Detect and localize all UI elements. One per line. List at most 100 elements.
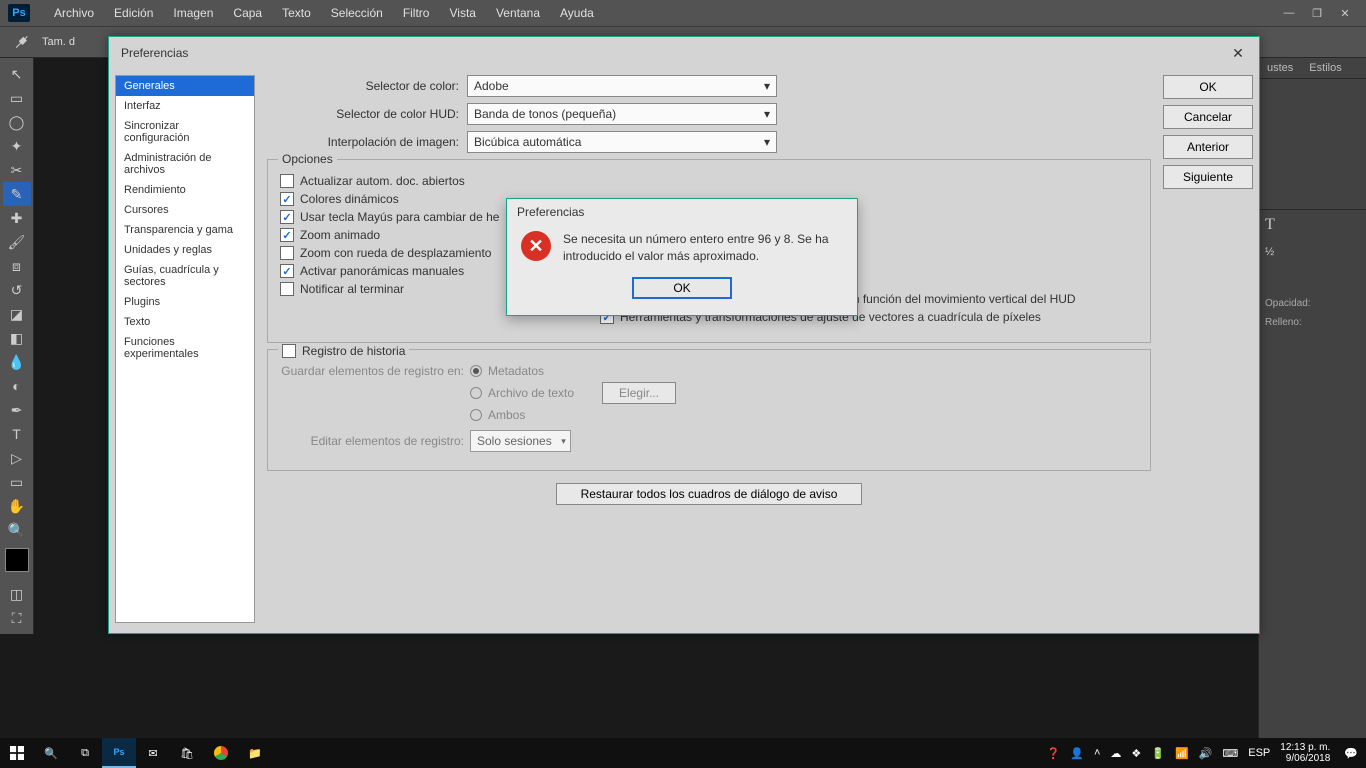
- cancel-button[interactable]: Cancelar: [1163, 105, 1253, 129]
- crop-tool[interactable]: ✂: [3, 158, 31, 182]
- dialog-close-icon[interactable]: ✕: [1229, 44, 1247, 62]
- color-picker-select[interactable]: Adobe▾: [467, 75, 777, 97]
- tab-adjustments[interactable]: ustes: [1259, 58, 1301, 78]
- menu-texto[interactable]: Texto: [272, 6, 321, 20]
- menu-vista[interactable]: Vista: [439, 6, 485, 20]
- lasso-tool[interactable]: ◯: [3, 110, 31, 134]
- eraser-tool[interactable]: ◪: [3, 302, 31, 326]
- menu-imagen[interactable]: Imagen: [163, 6, 223, 20]
- type-icon: T: [1265, 216, 1275, 233]
- tray-people-icon[interactable]: 👤: [1070, 747, 1084, 760]
- taskview-icon[interactable]: ⧉: [68, 738, 102, 768]
- tray-volume-icon[interactable]: 🔊: [1199, 747, 1213, 760]
- hud-picker-select[interactable]: Banda de tonos (pequeña)▾: [467, 103, 777, 125]
- tray-battery-icon[interactable]: 🔋: [1151, 747, 1165, 760]
- tray-notifications-icon[interactable]: 💬: [1344, 747, 1358, 760]
- next-button[interactable]: Siguiente: [1163, 165, 1253, 189]
- check-animated-zoom[interactable]: [280, 228, 294, 242]
- marquee-tool[interactable]: ▭: [3, 86, 31, 110]
- sidebar-item-filehandling[interactable]: Administración de archivos: [116, 148, 254, 180]
- check-shift-tool[interactable]: [280, 210, 294, 224]
- dodge-tool[interactable]: ◐: [3, 374, 31, 398]
- check-dynamic-color[interactable]: [280, 192, 294, 206]
- menu-capa[interactable]: Capa: [223, 6, 272, 20]
- move-tool[interactable]: ↖: [3, 62, 31, 86]
- edit-log-select[interactable]: Solo sesiones: [470, 430, 571, 452]
- start-button[interactable]: [0, 738, 34, 768]
- tray-lang[interactable]: ESP: [1248, 747, 1270, 759]
- edit-log-label: Editar elementos de registro:: [280, 434, 470, 448]
- radio-both[interactable]: [470, 409, 482, 421]
- menu-edicion[interactable]: Edición: [104, 6, 163, 20]
- sidebar-item-interfaz[interactable]: Interfaz: [116, 96, 254, 116]
- sidebar-item-experimental[interactable]: Funciones experimentales: [116, 332, 254, 364]
- menu-filtro[interactable]: Filtro: [393, 6, 440, 20]
- save-log-label: Guardar elementos de registro en:: [280, 364, 470, 378]
- hand-tool[interactable]: ✋: [3, 494, 31, 518]
- tray-onedrive-icon[interactable]: ☁: [1110, 747, 1121, 760]
- tab-styles[interactable]: Estilos: [1301, 58, 1349, 78]
- menu-archivo[interactable]: Archivo: [44, 6, 104, 20]
- wand-tool[interactable]: ✦: [3, 134, 31, 158]
- menu-ventana[interactable]: Ventana: [486, 6, 550, 20]
- app-menubar: Ps Archivo Edición Imagen Capa Texto Sel…: [0, 0, 1366, 26]
- error-alert-dialog: Preferencias ✕ Se necesita un número ent…: [506, 198, 858, 316]
- quickmask-icon[interactable]: ◫: [3, 582, 31, 606]
- radio-textfile[interactable]: [470, 387, 482, 399]
- taskbar-store[interactable]: 🛍: [170, 738, 204, 768]
- ok-button[interactable]: OK: [1163, 75, 1253, 99]
- stamp-tool[interactable]: ⧈: [3, 254, 31, 278]
- tray-keyboard-icon[interactable]: ⌨: [1222, 747, 1238, 760]
- prefs-sidebar: Generales Interfaz Sincronizar configura…: [115, 75, 255, 623]
- sidebar-item-guides[interactable]: Guías, cuadrícula y sectores: [116, 260, 254, 292]
- path-tool[interactable]: ▷: [3, 446, 31, 470]
- restore-dialogs-button[interactable]: Restaurar todos los cuadros de diálogo d…: [556, 483, 863, 505]
- tray-wifi-icon[interactable]: 📶: [1175, 747, 1189, 760]
- interpolation-select[interactable]: Bicúbica automática▾: [467, 131, 777, 153]
- tray-dropbox-icon[interactable]: ❖: [1131, 747, 1141, 760]
- menu-ayuda[interactable]: Ayuda: [550, 6, 604, 20]
- sidebar-item-type[interactable]: Texto: [116, 312, 254, 332]
- taskbar-chrome[interactable]: [204, 738, 238, 768]
- sidebar-item-generales[interactable]: Generales: [116, 76, 254, 96]
- check-history-log[interactable]: [282, 344, 296, 358]
- brush-tool[interactable]: 🖌: [3, 230, 31, 254]
- history-brush-tool[interactable]: ↺: [3, 278, 31, 302]
- check-beep[interactable]: [280, 282, 294, 296]
- sidebar-item-sync[interactable]: Sincronizar configuración: [116, 116, 254, 148]
- taskbar-photoshop[interactable]: Ps: [102, 738, 136, 768]
- alert-ok-button[interactable]: OK: [632, 277, 732, 299]
- tray-help-icon[interactable]: ❓: [1047, 747, 1061, 760]
- maximize-icon[interactable]: ❐: [1304, 3, 1330, 23]
- preferences-dialog: Preferencias ✕ Generales Interfaz Sincro…: [108, 36, 1260, 634]
- search-icon[interactable]: 🔍: [34, 738, 68, 768]
- check-scroll-zoom[interactable]: [280, 246, 294, 260]
- sidebar-item-performance[interactable]: Rendimiento: [116, 180, 254, 200]
- sidebar-item-cursors[interactable]: Cursores: [116, 200, 254, 220]
- zoom-tool[interactable]: 🔍: [3, 518, 31, 542]
- check-auto-update[interactable]: [280, 174, 294, 188]
- sidebar-item-transparency[interactable]: Transparencia y gama: [116, 220, 254, 240]
- pen-tool[interactable]: ✒: [3, 398, 31, 422]
- prev-button[interactable]: Anterior: [1163, 135, 1253, 159]
- close-icon[interactable]: ✕: [1332, 3, 1358, 23]
- menu-seleccion[interactable]: Selección: [321, 6, 393, 20]
- tray-up-icon[interactable]: ˄: [1094, 747, 1100, 759]
- foreground-color-icon[interactable]: [5, 548, 29, 572]
- minimize-icon[interactable]: —: [1276, 3, 1302, 23]
- sidebar-item-units[interactable]: Unidades y reglas: [116, 240, 254, 260]
- radio-metadata[interactable]: [470, 365, 482, 377]
- text-tool[interactable]: T: [3, 422, 31, 446]
- taskbar-mail[interactable]: ✉: [136, 738, 170, 768]
- eyedropper-tool[interactable]: ✎: [3, 182, 31, 206]
- sidebar-item-plugins[interactable]: Plugins: [116, 292, 254, 312]
- heal-tool[interactable]: ✚: [3, 206, 31, 230]
- screenmode-icon[interactable]: ⛶: [3, 606, 31, 630]
- gradient-tool[interactable]: ◧: [3, 326, 31, 350]
- choose-file-button[interactable]: Elegir...: [602, 382, 676, 404]
- check-flick-pan[interactable]: [280, 264, 294, 278]
- taskbar-explorer[interactable]: 📁: [238, 738, 272, 768]
- blur-tool[interactable]: 💧: [3, 350, 31, 374]
- tray-clock[interactable]: 12:13 p. m. 9/06/2018: [1280, 742, 1334, 764]
- shape-tool[interactable]: ▭: [3, 470, 31, 494]
